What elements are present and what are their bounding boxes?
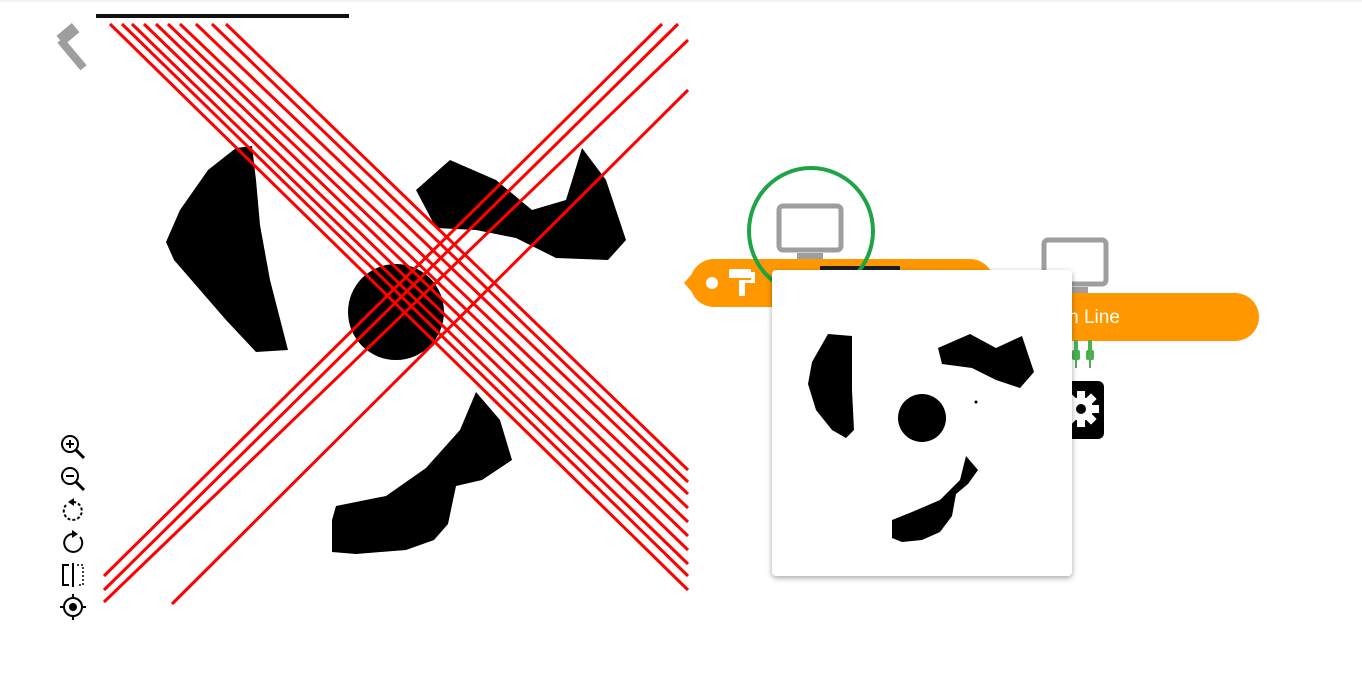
hough-line [102, 22, 664, 578]
paint-roller-icon [729, 269, 755, 296]
connector-icon [1072, 340, 1094, 368]
image-canvas[interactable] [96, 20, 696, 610]
center-target-icon[interactable] [58, 592, 88, 622]
flip-horizontal-icon[interactable] [58, 560, 88, 590]
paint-block-dot [706, 277, 718, 289]
preview-popup[interactable] [772, 270, 1072, 576]
shape-left-arc [166, 146, 288, 352]
zoom-in-icon[interactable] [58, 432, 88, 462]
canvas-top-bar [96, 14, 349, 18]
zoom-out-icon[interactable] [58, 464, 88, 494]
hough-line [194, 22, 690, 496]
rotate-left-icon[interactable] [58, 496, 88, 526]
top-border [0, 0, 1362, 2]
view-toolbar [58, 432, 90, 624]
preview-image [808, 334, 1034, 542]
hammer-icon[interactable] [54, 18, 100, 84]
image-shapes [166, 146, 626, 554]
rotate-right-icon[interactable] [58, 528, 88, 558]
